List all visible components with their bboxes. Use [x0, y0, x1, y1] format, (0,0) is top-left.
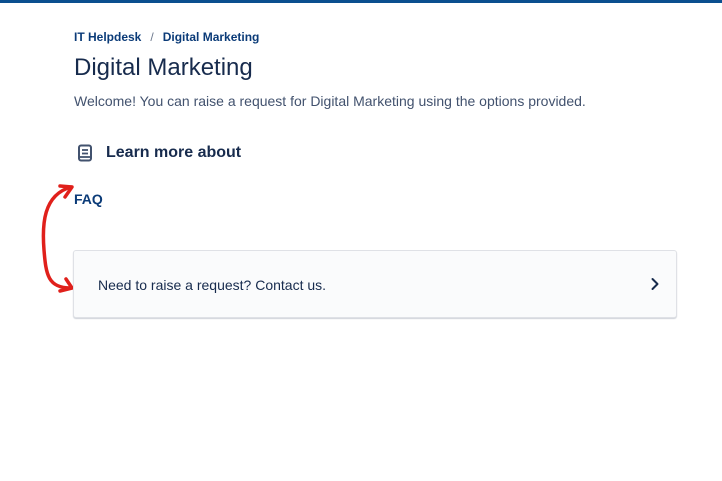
chevron-right-icon [651, 278, 659, 290]
raise-request-card[interactable]: Need to raise a request? Contact us. [73, 250, 677, 318]
breadcrumb-link-digital-marketing[interactable]: Digital Marketing [163, 30, 260, 44]
top-accent-bar [0, 0, 722, 3]
raise-request-text: Need to raise a request? Contact us. [98, 277, 327, 293]
breadcrumb: IT Helpdesk / Digital Marketing [74, 30, 259, 44]
welcome-text: Welcome! You can raise a request for Dig… [74, 93, 586, 109]
breadcrumb-separator: / [150, 30, 154, 44]
curved-double-arrow-icon [41, 184, 74, 293]
learn-more-label: Learn more about [106, 144, 242, 161]
learn-more-heading: Learn more about [77, 144, 241, 162]
page-title: Digital Marketing [74, 54, 253, 81]
breadcrumb-link-it-helpdesk[interactable]: IT Helpdesk [74, 30, 141, 44]
book-icon [77, 144, 93, 162]
faq-link[interactable]: FAQ [74, 191, 103, 207]
